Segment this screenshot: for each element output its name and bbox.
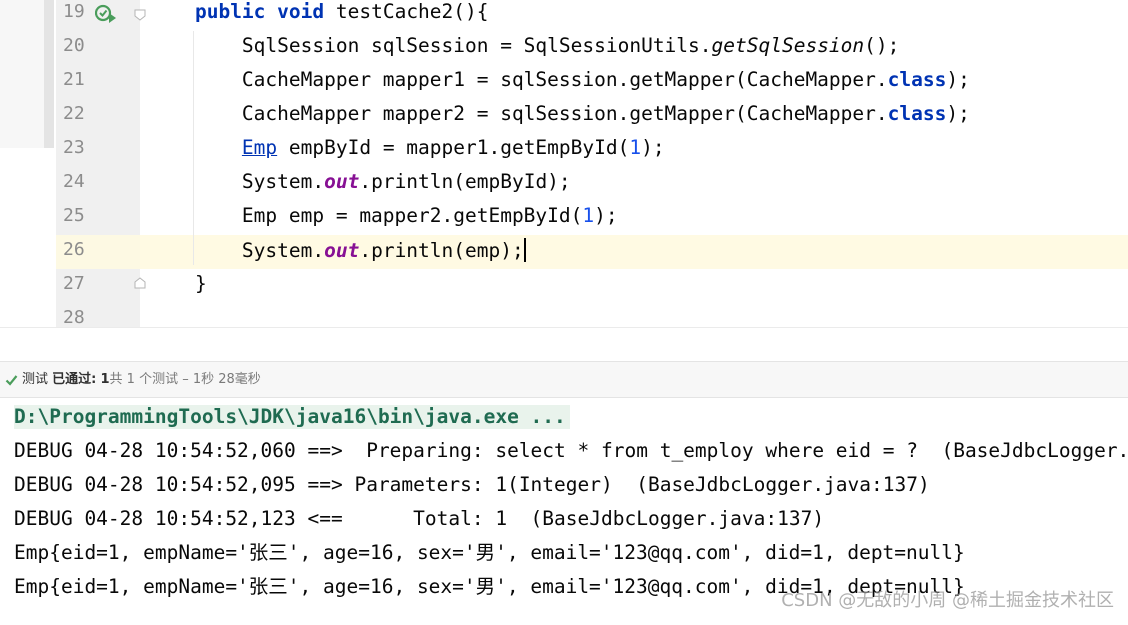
console-line: DEBUG 04-28 10:54:52,123 <== Total: 1 (B… <box>14 507 825 530</box>
fold-start-icon[interactable] <box>133 8 147 22</box>
code-text: System.out.println(empById); <box>241 170 571 193</box>
gutter-line[interactable]: 22 <box>56 99 140 133</box>
line-number: 22 <box>63 103 85 124</box>
line-number: 26 <box>63 239 85 260</box>
console-line: DEBUG 04-28 10:54:52,095 ==> Parameters:… <box>14 473 930 496</box>
code-text: public void testCache2(){ <box>194 0 489 23</box>
test-duration: – 1秒 28毫秒 <box>182 372 261 387</box>
run-test-icon[interactable] <box>95 4 117 24</box>
test-passed-check-icon <box>5 375 18 386</box>
console-line: Emp{eid=1, empName='张三', age=16, sex='男'… <box>14 541 965 564</box>
line-number-gutter[interactable]: 19 20 21 22 23 24 25 26 27 28 <box>56 0 140 327</box>
editor-scroll-marker <box>44 0 54 148</box>
code-line[interactable]: System.out.println(empById); <box>140 167 1128 201</box>
code-line[interactable]: CacheMapper mapper2 = sqlSession.getMapp… <box>140 99 1128 133</box>
test-status-message: 测试 已通过: 1共 1 个测试 – 1秒 28毫秒 <box>22 362 261 398</box>
code-editor[interactable]: 19 20 21 22 23 24 25 26 27 28 public void testCac… <box>0 0 1128 327</box>
project-panel-edge <box>0 0 44 148</box>
gutter-line[interactable]: 26 <box>56 235 140 269</box>
code-line[interactable]: } <box>140 269 1128 303</box>
code-line[interactable]: Emp emp = mapper2.getEmpById(1); <box>140 201 1128 235</box>
gutter-line[interactable]: 25 <box>56 201 140 235</box>
gutter-line[interactable]: 21 <box>56 65 140 99</box>
code-text: SqlSession sqlSession = SqlSessionUtils.… <box>241 34 900 57</box>
line-number: 21 <box>63 69 85 90</box>
total-tests: 共 1 个测试 <box>109 372 179 387</box>
console-line: DEBUG 04-28 10:54:52,060 ==> Preparing: … <box>14 439 1128 462</box>
code-line[interactable]: System.out.println(emp); <box>140 235 1128 269</box>
code-line[interactable]: SqlSession sqlSession = SqlSessionUtils.… <box>140 31 1128 65</box>
panel-splitter[interactable] <box>0 327 1128 361</box>
code-line[interactable]: Emp empById = mapper1.getEmpById(1); <box>140 133 1128 167</box>
code-text: CacheMapper mapper1 = sqlSession.getMapp… <box>241 68 970 91</box>
test-status-bar: 测试 已通过: 1共 1 个测试 – 1秒 28毫秒 <box>0 361 1128 398</box>
code-line[interactable]: CacheMapper mapper1 = sqlSession.getMapp… <box>140 65 1128 99</box>
indent-guide <box>193 31 194 265</box>
code-text: Emp empById = mapper1.getEmpById(1); <box>241 136 665 159</box>
passed-count: 1 <box>100 372 110 387</box>
line-number: 27 <box>63 273 85 294</box>
line-number: 23 <box>63 137 85 158</box>
text-caret <box>523 238 526 262</box>
watermark: CSDN @无敌的小周 @稀土掘金技术社区 <box>781 590 1114 611</box>
line-number: 19 <box>63 1 85 22</box>
code-text: Emp emp = mapper2.getEmpById(1); <box>241 204 618 227</box>
gutter-line[interactable]: 28 <box>56 303 140 327</box>
console-command-line[interactable]: D:\ProgrammingTools\JDK\java16\bin\java.… <box>14 405 570 429</box>
fold-end-icon[interactable] <box>133 276 147 290</box>
gutter-line[interactable]: 20 <box>56 31 140 65</box>
gutter-line[interactable]: 24 <box>56 167 140 201</box>
line-number: 25 <box>63 205 85 226</box>
code-line[interactable]: public void testCache2(){ <box>140 0 1128 31</box>
line-number: 24 <box>63 171 85 192</box>
gutter-line[interactable]: 27 <box>56 269 140 303</box>
line-number: 20 <box>63 35 85 56</box>
line-number: 28 <box>63 307 85 327</box>
test-label: 测试 <box>22 372 49 387</box>
code-text: CacheMapper mapper2 = sqlSession.getMapp… <box>241 102 970 125</box>
code-area[interactable]: public void testCache2(){ SqlSession sql… <box>140 0 1128 327</box>
code-text: System.out.println(emp); <box>241 238 526 262</box>
gutter-line[interactable]: 23 <box>56 133 140 167</box>
code-text: } <box>194 272 207 295</box>
passed-label: 已通过: <box>52 372 97 387</box>
code-line[interactable] <box>140 303 1128 327</box>
